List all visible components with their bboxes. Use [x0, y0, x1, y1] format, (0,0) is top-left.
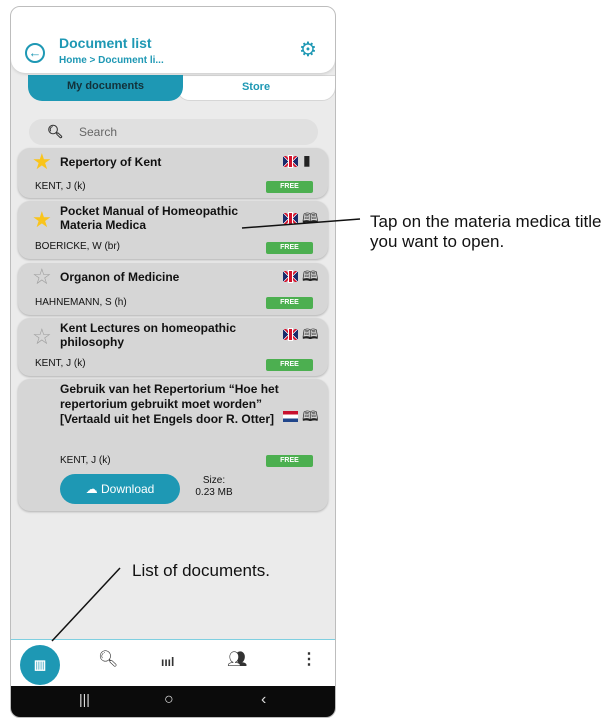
annotation-tap-title: Tap on the materia medica title you want…	[370, 212, 602, 251]
library-icon[interactable]: ▥	[20, 645, 60, 685]
book-filled-icon: ▮	[303, 152, 311, 168]
list-item[interactable]: ★ Repertory of Kent ▮ KENT, J (k) FREE	[18, 148, 328, 198]
gear-icon[interactable]: ⚙	[299, 40, 317, 60]
bottom-navigation: ▥ 🔍︎ ıııl 👥︎ ⋮	[11, 640, 335, 686]
free-badge: FREE	[266, 359, 313, 371]
star-filled-icon[interactable]: ★	[32, 151, 52, 173]
star-outline-icon[interactable]: ☆	[32, 326, 52, 348]
free-badge: FREE	[266, 297, 313, 309]
free-badge: FREE	[266, 181, 313, 193]
document-title[interactable]: Repertory of Kent	[60, 155, 270, 169]
document-author: BOERICKE, W (br)	[35, 241, 121, 252]
list-item[interactable]: ☆ Organon of Medicine 🕮 HAHNEMANN, S (h)…	[18, 263, 328, 315]
recent-apps-icon[interactable]: |||	[79, 692, 90, 706]
free-badge: FREE	[266, 242, 313, 254]
tab-store[interactable]: Store	[176, 75, 335, 101]
document-author: HAHNEMANN, S (h)	[35, 297, 127, 308]
cloud-download-icon: ☁	[85, 482, 98, 496]
system-navigation-bar: ||| ○ ‹	[11, 686, 335, 717]
search-icon: 🔍︎	[47, 124, 64, 139]
more-icon[interactable]: ⋮	[301, 652, 317, 668]
document-title[interactable]: Gebruik van het Repertorium “Hoe het rep…	[60, 382, 280, 427]
star-filled-icon[interactable]: ★	[32, 209, 52, 231]
book-open-icon: 🕮	[302, 326, 319, 342]
download-label: Download	[100, 482, 155, 496]
document-title[interactable]: Pocket Manual of Homeopathic Materia Med…	[60, 204, 270, 232]
size-value: 0.23 MB	[195, 487, 233, 498]
breadcrumb[interactable]: Home > Document li...	[59, 55, 164, 66]
uk-flag-icon	[283, 156, 298, 167]
list-item[interactable]: ☆ Kent Lectures on homeopathic philosoph…	[18, 318, 328, 376]
uk-flag-icon	[283, 329, 298, 340]
book-open-icon: 🕮	[302, 210, 319, 226]
users-icon[interactable]: 👥︎	[227, 652, 247, 668]
back-chevron-icon[interactable]: ‹	[261, 692, 266, 708]
document-title[interactable]: Kent Lectures on homeopathic philosophy	[60, 321, 270, 349]
tab-bar: Store My documents	[28, 75, 335, 101]
phone-frame: ← Document list Home > Document li... ⚙ …	[10, 6, 336, 718]
document-author: KENT, J (k)	[35, 181, 86, 192]
uk-flag-icon	[283, 213, 298, 224]
search-placeholder: Search	[79, 125, 118, 139]
file-size: Size: 0.23 MB	[188, 475, 240, 499]
document-title[interactable]: Organon of Medicine	[60, 270, 270, 284]
list-item[interactable]: Gebruik van het Repertorium “Hoe het rep…	[18, 379, 328, 511]
download-button[interactable]: ☁ Download	[60, 474, 180, 504]
book-open-icon: 🕮	[302, 408, 319, 424]
list-item[interactable]: ★ Pocket Manual of Homeopathic Materia M…	[18, 201, 328, 259]
signal-icon[interactable]: ıııl	[161, 656, 174, 668]
tab-my-documents[interactable]: My documents	[28, 75, 183, 101]
free-badge: FREE	[266, 455, 313, 467]
nl-flag-icon	[283, 411, 298, 422]
book-open-icon: 🕮	[302, 268, 319, 284]
star-outline-icon[interactable]: ☆	[32, 266, 52, 288]
app-header: ← Document list Home > Document li... ⚙	[11, 7, 335, 73]
document-author: KENT, J (k)	[35, 358, 86, 369]
document-author: KENT, J (k)	[60, 455, 111, 466]
search-icon[interactable]: 🔍︎	[98, 652, 118, 668]
uk-flag-icon	[283, 271, 298, 282]
annotation-list-documents: List of documents.	[132, 561, 270, 580]
page-title: Document list	[59, 35, 152, 51]
search-input[interactable]: 🔍︎ Search	[29, 119, 318, 145]
size-label: Size:	[202, 475, 226, 486]
back-arrow-icon[interactable]: ←	[25, 43, 45, 63]
home-circle-icon[interactable]: ○	[164, 692, 174, 708]
